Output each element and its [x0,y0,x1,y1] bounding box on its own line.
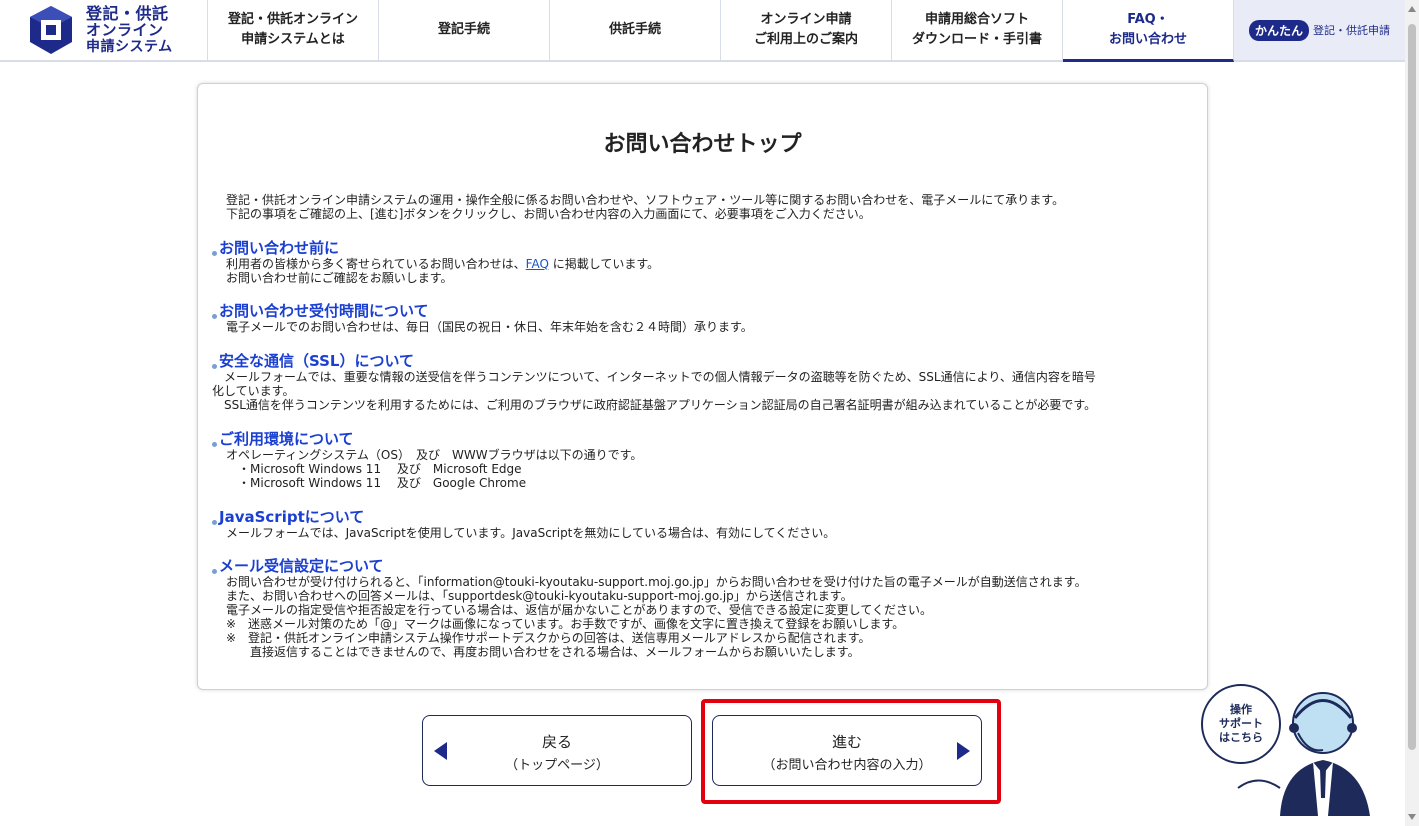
section-mail-settings: メール受信設定について お問い合わせが受け付けられると、「information… [212,557,1192,659]
nav-online-guide[interactable]: オンライン申請 ご利用上のご案内 [721,0,892,60]
bullet-icon [212,364,217,369]
section-environment: ご利用環境について オペレーティングシステム（OS） 及び WWWブラウザは以下… [212,430,1192,490]
bullet-icon [212,520,217,525]
site-header: 登記・供託 オンライン 申請システム 登記・供託オンライン 申請システムとは 登… [0,0,1405,62]
back-button-label: 戻る [541,733,572,751]
faq-link[interactable]: FAQ [526,257,549,271]
section-body: メールフォームでは、JavaScriptを使用しています。JavaScriptを… [226,526,836,540]
section-body: お問い合わせが受け付けられると、「information@touki-kyout… [226,575,1087,659]
body-text: 利用者の皆様から多く寄せられているお問い合わせは、 [226,257,526,271]
section-title: お問い合わせ前に [219,239,340,257]
section-body: オペレーティングシステム（OS） 及び WWWブラウザは以下の通りです。 ・Mi… [226,448,643,490]
nav-about[interactable]: 登記・供託オンライン 申請システムとは [208,0,379,60]
nav-faq-contact[interactable]: FAQ・ お問い合わせ [1063,0,1234,62]
section-reception-hours: お問い合わせ受付時間について 電子メールでのお問い合わせは、毎日（国民の祝日・休… [212,302,1192,334]
vertical-scrollbar[interactable] [1405,0,1419,826]
section-body: 電子メールでのお問い合わせは、毎日（国民の祝日・休日、年末年始を含む２４時間）承… [226,320,753,334]
next-button-label: 進む [831,733,862,751]
section-title: メール受信設定について [219,557,384,575]
section-before-contact: お問い合わせ前に 利用者の皆様から多く寄せられているお問い合わせは、FAQ に掲… [212,239,1192,285]
arrow-right-icon [957,742,970,760]
section-body: メールフォームでは、重要な情報の送受信を伴うコンテンツについて、インターネットで… [212,370,1097,412]
section-title: お問い合わせ受付時間について [219,302,429,320]
section-title: JavaScriptについて [219,508,365,526]
kantan-text: 登記・供託申請 [1313,24,1390,37]
nav-software-download[interactable]: 申請用総合ソフト ダウンロード・手引書 [892,0,1063,60]
intro-line-2: 下記の事項をご確認の上、[進む]ボタンをクリックし、お問い合わせ内容の入力画面に… [226,207,871,221]
logo-text-line3: 申請システム [86,38,173,55]
contact-card: お問い合わせトップ 登記・供託オンライン申請システムの運用・操作全般に係るお問い… [197,83,1208,690]
bullet-icon [212,251,217,256]
bullet-icon [212,314,217,319]
scroll-thumb[interactable] [1408,24,1416,750]
next-button[interactable]: 進む （お問い合わせ内容の入力） [712,715,982,786]
next-button-sublabel: （お問い合わせ内容の入力） [762,758,932,773]
logo-cube-icon [28,4,74,56]
page-title: お問い合わせトップ [603,132,802,157]
section-title: 安全な通信（SSL）について [219,352,415,370]
body-text: に掲載しています。 [548,257,660,271]
site-logo[interactable]: 登記・供託 オンライン 申請システム [0,0,208,60]
section-body-line2: お問い合わせ前にご確認をお願いします。 [226,271,453,285]
back-button-sublabel: （トップページ） [505,758,609,773]
logo-text-line1: 登記・供託 [86,3,169,23]
support-bubble-text: 操作 サポート はこちら [1201,684,1281,764]
nav-deposit[interactable]: 供託手続 [550,0,721,60]
scroll-down-icon[interactable] [1408,814,1416,820]
intro-text: 登記・供託オンライン申請システムの運用・操作全般に係るお問い合わせや、ソフトウェ… [226,193,1064,221]
scroll-up-icon[interactable] [1408,6,1416,12]
intro-line-1: 登記・供託オンライン申請システムの運用・操作全般に係るお問い合わせや、ソフトウェ… [226,193,1065,207]
section-javascript: JavaScriptについて メールフォームでは、JavaScriptを使用して… [212,508,1192,540]
nav-registration[interactable]: 登記手続 [379,0,550,60]
bullet-icon [212,442,217,447]
bullet-icon [212,569,217,574]
section-title: ご利用環境について [219,430,354,448]
support-widget[interactable]: 操作 サポート はこちら [1198,678,1378,818]
section-ssl: 安全な通信（SSL）について メールフォームでは、重要な情報の送受信を伴うコンテ… [212,352,1192,412]
section-body: 利用者の皆様から多く寄せられているお問い合わせは、FAQ に掲載しています。 [212,257,1192,271]
main-nav: 登記・供託オンライン 申請システムとは 登記手続 供託手続 オンライン申請 ご利… [208,0,1234,62]
back-button[interactable]: 戻る （トップページ） [422,715,692,786]
kantan-badge: かんたん [1248,19,1309,41]
logo-text-line2: オンライン [86,20,164,39]
kantan-link[interactable]: かんたん 登記・供託申請 [1234,0,1405,60]
